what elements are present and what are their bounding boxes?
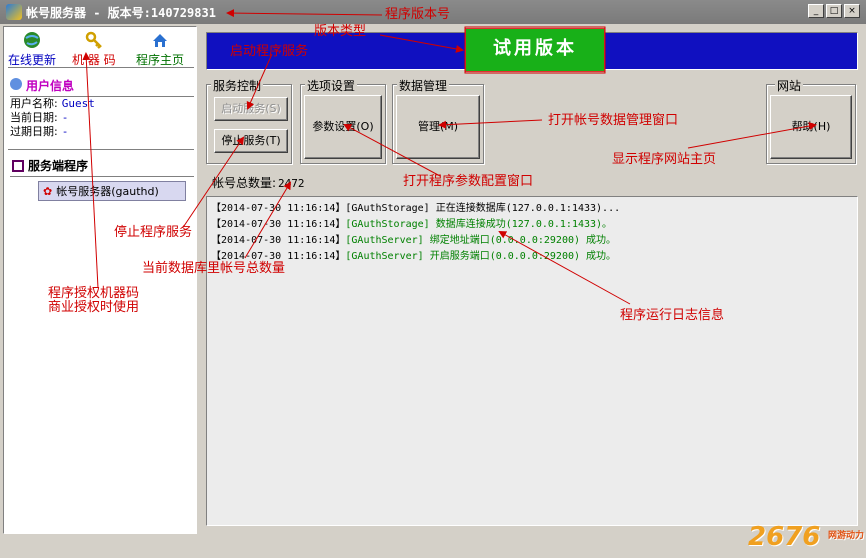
annotation-show-homepage: 显示程序网站主页 <box>612 152 717 167</box>
version-type-badge: 试用版本 <box>465 28 605 72</box>
watermark-sub: 网游动力 <box>828 531 865 541</box>
machine-code-label: 机 器 码 <box>72 53 116 67</box>
account-count-label: 帐号总数量: <box>212 176 277 190</box>
log-source: [GAuthStorage] <box>345 219 430 230</box>
current-date-value: - <box>61 111 69 124</box>
log-source: [GAuthStorage] <box>345 203 430 214</box>
window-title: 帐号服务器 - 版本号:140729831 <box>26 6 216 20</box>
log-source: [GAuthServer] <box>345 251 424 262</box>
website-group: 网站 帮助(H) <box>766 77 856 164</box>
log-message: 开启服务端口(0.0.0.0:29200) 成功。 <box>429 251 617 262</box>
annotation-stop-service: 停止程序服务 <box>114 225 193 240</box>
user-info-header: 用户信息 <box>10 75 194 97</box>
log-timestamp: 【2014-07-30 11:16:14】 <box>211 203 346 214</box>
annotation-start-service: 启动程序服务 <box>230 44 309 59</box>
server-icon <box>12 160 24 172</box>
annotation-manage-window: 打开帐号数据管理窗口 <box>548 113 679 128</box>
annotation-param-window: 打开程序参数配置窗口 <box>403 174 534 189</box>
toolbar-divider <box>8 67 194 69</box>
help-button[interactable]: 帮助(H) <box>770 95 852 159</box>
annotation-log-info: 程序运行日志信息 <box>620 308 725 323</box>
manage-button[interactable]: 管理(M) <box>396 95 480 159</box>
website-label: 网站 <box>775 77 804 94</box>
close-button[interactable]: × <box>844 4 860 18</box>
annotation-version-type: 版本类型 <box>314 24 367 39</box>
service-control-label: 服务控制 <box>211 77 264 94</box>
tree-root-label: 服务端程序 <box>28 159 89 173</box>
log-panel[interactable]: 【2014-07-30 11:16:14】[GAuthStorage] 正在连接… <box>206 196 858 526</box>
online-update-button[interactable]: 在线更新 <box>8 31 56 68</box>
log-message: 正在连接数据库(127.0.0.1:1433)... <box>435 203 621 214</box>
log-source: [GAuthServer] <box>345 235 424 246</box>
data-management-group: 数据管理 管理(M) <box>392 77 484 164</box>
log-line: 【2014-07-30 11:16:14】[GAuthStorage] 数据库连… <box>211 217 853 233</box>
service-icon: ✿ <box>43 185 53 198</box>
home-icon <box>153 34 167 47</box>
account-count: 帐号总数量: 2472 <box>212 174 305 191</box>
globe-icon <box>24 32 40 48</box>
user-info-panel: 用户信息 用户名称: Guest 当前日期: - 过期日期: - <box>10 75 194 139</box>
current-date-label: 当前日期: <box>10 111 58 124</box>
expire-date-row: 过期日期: - <box>10 125 194 139</box>
app-icon <box>6 4 22 20</box>
param-settings-button[interactable]: 参数设置(O) <box>304 95 382 159</box>
online-update-label: 在线更新 <box>8 53 57 67</box>
expire-date-value: - <box>61 125 69 138</box>
stop-service-button[interactable]: 停止服务(T) <box>214 129 288 153</box>
tree-node-label: 帐号服务器(gauthd) <box>56 185 159 198</box>
minimize-button[interactable]: _ <box>808 4 824 18</box>
log-message: 绑定地址端口(0.0.0.0:29200) 成功。 <box>429 235 617 246</box>
watermark-logo: 2676 网游动力 <box>748 522 864 552</box>
log-line: 【2014-07-30 11:16:14】[GAuthServer] 开启服务端… <box>211 249 853 265</box>
data-management-label: 数据管理 <box>397 77 450 94</box>
options-group: 选项设置 参数设置(O) <box>300 77 386 164</box>
tree-root[interactable]: 服务端程序 <box>10 155 194 177</box>
program-homepage-label: 程序主页 <box>136 53 185 67</box>
user-name-value: Guest <box>61 97 95 110</box>
maximize-button[interactable]: □ <box>826 4 842 18</box>
start-service-button[interactable]: 启动服务(S) <box>214 97 288 121</box>
server-tree: 服务端程序 ✿ 帐号服务器(gauthd) <box>10 155 194 201</box>
app-window: 帐号服务器 - 版本号:140729831 _ □ × 在线更新 机 器 码 程… <box>0 0 866 558</box>
user-name-row: 用户名称: Guest <box>10 97 194 111</box>
current-date-row: 当前日期: - <box>10 111 194 125</box>
main-panel: 试用版本 服务控制 启动服务(S) 停止服务(T) 选项设置 参数设置(O) 数… <box>200 26 864 534</box>
tree-node-gauthd[interactable]: ✿ 帐号服务器(gauthd) <box>38 181 186 201</box>
watermark-number: 2676 <box>748 522 821 552</box>
program-homepage-button[interactable]: 程序主页 <box>136 31 184 68</box>
expire-date-label: 过期日期: <box>10 125 58 138</box>
sidebar: 在线更新 机 器 码 程序主页 用户信息 用户名称: Guest 当前日期: - 过… <box>3 26 197 534</box>
user-name-label: 用户名称: <box>10 97 58 110</box>
annotation-machine-code-2: 商业授权时使用 <box>48 300 140 315</box>
log-timestamp: 【2014-07-30 11:16:14】 <box>211 219 346 230</box>
log-message: 数据库连接成功(127.0.0.1:1433)。 <box>435 219 613 230</box>
annotation-account-total: 当前数据库里帐号总数量 <box>142 261 286 276</box>
log-line: 【2014-07-30 11:16:14】[GAuthServer] 绑定地址端… <box>211 233 853 249</box>
machine-code-button[interactable]: 机 器 码 <box>72 31 116 68</box>
user-info-divider <box>8 149 194 151</box>
key-icon <box>85 31 102 49</box>
annotation-version-no: 程序版本号 <box>385 7 451 22</box>
options-label: 选项设置 <box>305 77 358 94</box>
log-timestamp: 【2014-07-30 11:16:14】 <box>211 235 346 246</box>
account-count-value: 2472 <box>278 177 305 190</box>
service-control-group: 服务控制 启动服务(S) 停止服务(T) <box>206 77 292 164</box>
log-line: 【2014-07-30 11:16:14】[GAuthStorage] 正在连接… <box>211 201 853 217</box>
